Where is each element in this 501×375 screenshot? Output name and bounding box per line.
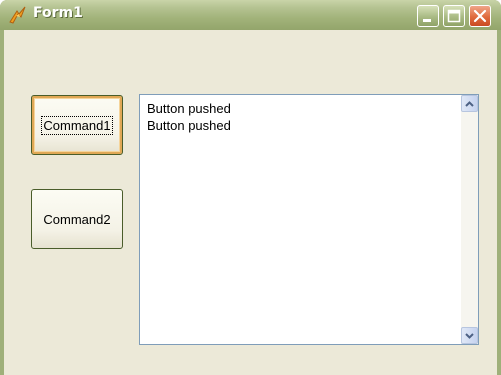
form1-window: Form1 Command1 Command2 Button pushed Bu… xyxy=(0,0,501,375)
vb-form-icon xyxy=(7,5,29,25)
form-client-area: Command1 Command2 Button pushed Button p… xyxy=(4,30,497,375)
minimize-button[interactable] xyxy=(417,5,439,27)
close-button[interactable] xyxy=(469,5,491,27)
minimize-icon xyxy=(423,19,431,22)
maximize-button[interactable] xyxy=(443,5,465,27)
maximize-icon xyxy=(447,9,461,23)
title-bar[interactable]: Form1 xyxy=(0,0,501,30)
command1-label: Command1 xyxy=(41,115,113,135)
window-title: Form1 xyxy=(33,5,83,21)
vertical-scrollbar[interactable] xyxy=(461,95,478,344)
chevron-up-icon xyxy=(465,101,474,107)
list-item: Button pushed xyxy=(147,118,231,133)
scroll-up-button[interactable] xyxy=(461,95,478,112)
command2-button[interactable]: Command2 xyxy=(31,189,123,249)
scroll-down-button[interactable] xyxy=(461,327,478,344)
command1-button[interactable]: Command1 xyxy=(31,95,123,155)
output-listbox[interactable]: Button pushed Button pushed xyxy=(139,94,479,345)
list-items: Button pushed Button pushed xyxy=(147,100,231,134)
close-icon xyxy=(473,9,487,23)
list-item: Button pushed xyxy=(147,101,231,116)
command2-label: Command2 xyxy=(43,211,111,227)
chevron-down-icon xyxy=(465,333,474,339)
